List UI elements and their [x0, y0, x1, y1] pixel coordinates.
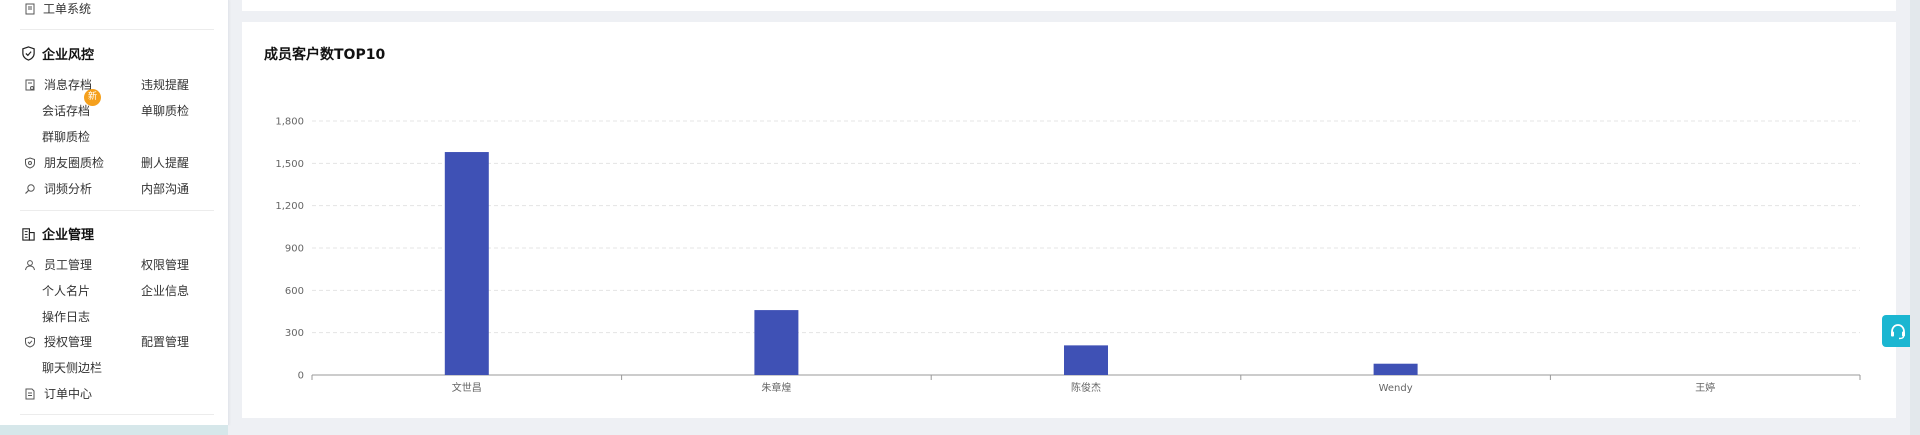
sidebar-item-label: 词频分析	[44, 182, 93, 196]
archive-icon	[24, 79, 36, 91]
sidebar-item-ticket-system[interactable]: 工单系统	[24, 0, 91, 17]
sidebar-item-moments-qc[interactable]: 朋友圈质检	[24, 154, 104, 171]
divider	[20, 414, 214, 415]
chart-card: 成员客户数TOP10 0 300 600 900 1,200 1,500 1,800 文世昌朱…	[242, 22, 1896, 418]
y-tick-label: 1,500	[275, 159, 304, 170]
user-icon	[24, 259, 36, 271]
y-tick-label: 600	[285, 286, 304, 297]
headset-icon	[1891, 324, 1905, 340]
section-title: 企业风控	[42, 48, 95, 63]
sidebar-item-group-chat-qc[interactable]: 群聊质检	[42, 128, 90, 145]
divider	[20, 210, 214, 211]
sidebar-item-label: 订单中心	[44, 387, 93, 401]
sidebar-item-violation-alert[interactable]: 违规提醒	[141, 76, 189, 93]
sidebar-item-internal-comm[interactable]: 内部沟通	[141, 180, 189, 197]
sidebar-item-private-chat-qc[interactable]: 单聊质检	[141, 102, 189, 119]
y-tick-label: 1,200	[275, 201, 304, 212]
bar-chart: 0 300 600 900 1,200 1,500 1,800 文世昌 朱章煌 陈俊杰 Wendy 王…	[275, 117, 1861, 394]
sidebar-item-label: 员工管理	[44, 258, 93, 272]
sidebar-item-message-archive[interactable]: 消息存档	[24, 76, 92, 93]
bar	[1373, 363, 1418, 375]
sidebar-item-permission-management[interactable]: 权限管理	[141, 256, 189, 273]
right-scroll-edge	[1910, 0, 1920, 435]
sidebar-item-business-card[interactable]: 个人名片	[42, 282, 90, 299]
x-tick-label: 陈俊杰	[1071, 381, 1101, 394]
order-icon	[24, 388, 36, 400]
section-risk-control[interactable]: 企业风控	[21, 44, 94, 63]
sidebar-item-label: 授权管理	[44, 335, 93, 349]
x-tick-label: Wendy	[1379, 383, 1413, 394]
section-title: 企业管理	[42, 228, 95, 243]
section-enterprise-management[interactable]: 企业管理	[21, 224, 94, 243]
sidebar-item-config-management[interactable]: 配置管理	[141, 333, 189, 350]
building-icon	[21, 226, 36, 241]
x-tick-label: 王婷	[1695, 381, 1715, 394]
new-badge: 新	[84, 89, 101, 106]
sidebar-item-delete-alert[interactable]: 删人提醒	[141, 154, 189, 171]
sidebar-item-operation-log[interactable]: 操作日志	[42, 308, 90, 325]
y-tick-label: 0	[298, 371, 304, 382]
x-tick-label: 朱章煌	[761, 381, 791, 394]
shield-icon	[24, 335, 36, 348]
sidebar-item-session-archive[interactable]: 会话存档	[42, 102, 90, 119]
bar	[754, 310, 799, 375]
document-icon	[24, 3, 36, 15]
shield-icon	[24, 156, 36, 169]
sidebar-item-word-frequency[interactable]: 词频分析	[24, 180, 92, 197]
sidebar-bottom-edge	[0, 425, 228, 435]
y-tick-label: 900	[285, 244, 304, 255]
sidebar-item-authorization[interactable]: 授权管理	[24, 333, 92, 350]
x-tick-label: 文世昌	[452, 381, 482, 394]
bar	[444, 152, 489, 375]
sidebar-item-label: 朋友圈质检	[44, 156, 105, 170]
bar	[1064, 345, 1108, 375]
shield-check-icon	[21, 46, 36, 61]
sidebar-item-employee-management[interactable]: 员工管理	[24, 256, 92, 273]
top-card	[242, 0, 1896, 11]
sidebar-item-order-center[interactable]: 订单中心	[24, 385, 92, 402]
search-icon	[24, 183, 36, 195]
sidebar-item-label: 工单系统	[43, 2, 92, 16]
y-tick-label: 1,800	[275, 117, 304, 128]
divider	[20, 29, 214, 30]
y-tick-label: 300	[285, 328, 304, 339]
sidebar-item-chat-sidebar[interactable]: 聊天侧边栏	[42, 359, 102, 376]
sidebar: 工单系统 企业风控 消息存档 违规提醒 会话存档 新 单聊质检 群聊质检 朋友圈…	[0, 0, 229, 425]
sidebar-item-label: 消息存档	[44, 78, 93, 92]
sidebar-item-enterprise-info[interactable]: 企业信息	[141, 282, 189, 299]
